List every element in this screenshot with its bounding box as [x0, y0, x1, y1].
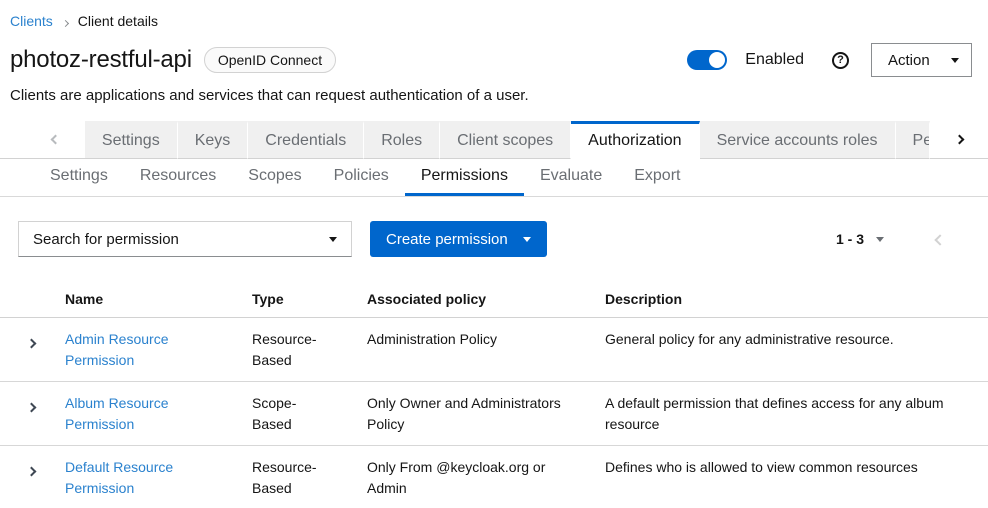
tab-credentials[interactable]: Credentials	[248, 121, 364, 159]
table-row: Default Resource Permission Resource-Bas…	[0, 446, 988, 508]
enabled-toggle[interactable]	[687, 50, 727, 70]
chevron-down-icon	[951, 58, 959, 63]
chevron-left-icon	[934, 234, 945, 245]
subtab-resources[interactable]: Resources	[124, 159, 232, 196]
page-title: photoz-restful-api	[10, 46, 192, 74]
create-permission-label: Create permission	[386, 231, 508, 248]
pagination-prev-button[interactable]	[936, 232, 944, 247]
pagination-range: 1 - 3	[836, 231, 864, 247]
table-row: Album Resource Permission Scope-Based On…	[0, 382, 988, 446]
tabs-scroll-right-button[interactable]	[930, 121, 988, 159]
chevron-right-icon	[954, 135, 964, 145]
pagination-menu-button[interactable]: 1 - 3	[836, 231, 884, 247]
create-permission-button[interactable]: Create permission	[370, 221, 547, 257]
tab-service-accounts-roles[interactable]: Service accounts roles	[700, 121, 896, 159]
type-cell: Scope-Based	[236, 382, 351, 446]
primary-tabs: Settings Keys Credentials Roles Client s…	[0, 121, 988, 159]
client-description: Clients are applications and services th…	[10, 87, 972, 104]
permissions-table: Name Type Associated policy Description …	[0, 280, 988, 508]
chevron-down-icon	[876, 237, 884, 242]
action-dropdown-label: Action	[888, 52, 930, 69]
chevron-down-icon	[329, 237, 337, 242]
permission-name-link[interactable]: Admin Resource Permission	[65, 331, 169, 368]
enabled-label: Enabled	[745, 51, 804, 69]
chevron-right-icon	[27, 467, 37, 477]
authorization-subtabs: Settings Resources Scopes Policies Permi…	[0, 159, 988, 197]
subtab-scopes[interactable]: Scopes	[232, 159, 317, 196]
tab-client-scopes[interactable]: Client scopes	[440, 121, 571, 159]
policy-cell: Only From @keycloak.org or Admin	[351, 446, 589, 508]
subtab-policies[interactable]: Policies	[318, 159, 405, 196]
type-cell: Resource-Based	[236, 318, 351, 382]
tab-permissions-clipped[interactable]: Pe	[896, 121, 930, 159]
tab-settings[interactable]: Settings	[85, 121, 178, 159]
breadcrumb: Clients Client details	[0, 0, 988, 29]
breadcrumb-clients-link[interactable]: Clients	[10, 13, 53, 29]
column-header-name: Name	[49, 280, 236, 318]
permission-name-link[interactable]: Default Resource Permission	[65, 459, 173, 496]
breadcrumb-current: Client details	[78, 13, 158, 29]
client-header: photoz-restful-api OpenID Connect Enable…	[0, 29, 988, 104]
search-permission-select[interactable]: Search for permission	[18, 221, 352, 257]
chevron-left-icon	[50, 135, 60, 145]
subtab-export[interactable]: Export	[618, 159, 696, 196]
toggle-knob	[709, 52, 725, 68]
subtab-settings[interactable]: Settings	[34, 159, 124, 196]
description-cell: General policy for any administrative re…	[589, 318, 988, 382]
permissions-toolbar: Search for permission Create permission …	[18, 221, 972, 257]
policy-cell: Administration Policy	[351, 318, 589, 382]
column-header-description: Description	[589, 280, 988, 318]
row-expander-button[interactable]	[26, 333, 37, 352]
policy-cell: Only Owner and Administrators Policy	[351, 382, 589, 446]
search-placeholder: Search for permission	[33, 231, 179, 248]
pagination: 1 - 3	[836, 231, 972, 247]
subtab-evaluate[interactable]: Evaluate	[524, 159, 618, 196]
expander-column-header	[0, 280, 49, 318]
tabs-scroll-left-button[interactable]	[0, 121, 85, 159]
chevron-right-icon	[27, 403, 37, 413]
action-dropdown[interactable]: Action	[871, 43, 972, 77]
tab-roles[interactable]: Roles	[364, 121, 440, 159]
row-expander-button[interactable]	[26, 397, 37, 416]
table-header-row: Name Type Associated policy Description	[0, 280, 988, 318]
column-header-type: Type	[236, 280, 351, 318]
breadcrumb-separator-icon	[63, 13, 68, 29]
tab-authorization[interactable]: Authorization	[571, 121, 699, 159]
description-cell: Defines who is allowed to view common re…	[589, 446, 988, 508]
permission-name-link[interactable]: Album Resource Permission	[65, 395, 169, 432]
chevron-right-icon	[27, 339, 37, 349]
help-icon[interactable]	[832, 52, 849, 69]
type-cell: Resource-Based	[236, 446, 351, 508]
table-row: Admin Resource Permission Resource-Based…	[0, 318, 988, 382]
description-cell: A default permission that defines access…	[589, 382, 988, 446]
chevron-down-icon	[523, 237, 531, 242]
row-expander-button[interactable]	[26, 461, 37, 480]
tab-keys[interactable]: Keys	[178, 121, 249, 159]
subtab-permissions[interactable]: Permissions	[405, 159, 524, 196]
protocol-badge: OpenID Connect	[204, 47, 336, 73]
column-header-associated-policy: Associated policy	[351, 280, 589, 318]
